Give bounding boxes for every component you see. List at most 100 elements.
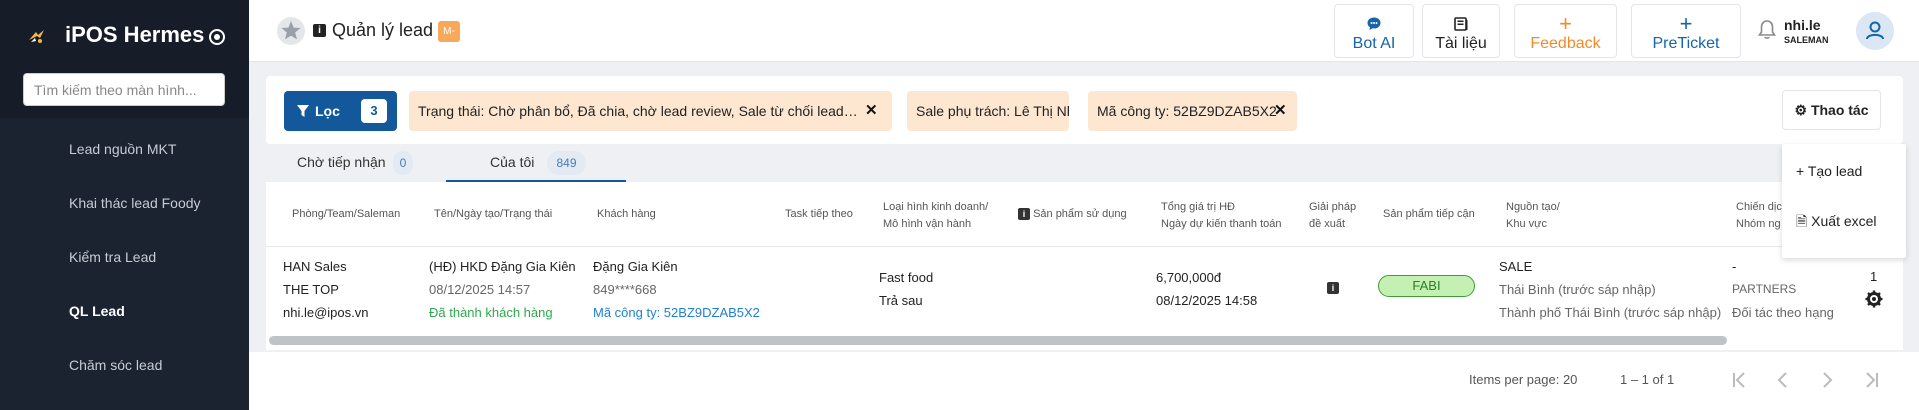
- col-header-campaign[interactable]: Chiến dịch Nhóm ng: [1736, 199, 1788, 233]
- horizontal-scrollbar[interactable]: [269, 336, 1727, 345]
- sidebar-item-manage-lead[interactable]: QL Lead: [0, 284, 249, 338]
- sidebar-item-lead-mkt[interactable]: Lead nguồn MKT: [0, 122, 249, 176]
- company-code-filter-chip[interactable]: Mã công ty: 52BZ9DZAB5X2 ✕: [1088, 91, 1297, 131]
- col-header-customer[interactable]: Khách hàng: [597, 206, 656, 223]
- status-filter-text: Trạng thái: Chờ phân bổ, Đã chia, chờ le…: [418, 103, 858, 119]
- team-name: HAN Sales: [283, 259, 347, 274]
- previous-page-icon[interactable]: [1768, 365, 1798, 395]
- filter-button[interactable]: Lọc 3: [284, 91, 397, 131]
- hermes-logo-icon: [29, 30, 44, 43]
- user-role: SALEMAN: [1784, 35, 1829, 45]
- customer-name: Đặng Gia Kiên: [593, 259, 678, 274]
- col-header-business-line2: Mô hình vận hành: [883, 218, 972, 230]
- star-icon[interactable]: [276, 16, 306, 46]
- col-header-campaign-line1: Chiến dịch: [1736, 201, 1788, 213]
- cell-lead[interactable]: (HĐ) HKD Đặng Gia Kiên 08/12/2025 14:57 …: [429, 255, 576, 324]
- sidebar-item-check-lead[interactable]: Kiểm tra Lead: [0, 230, 249, 284]
- feedback-label: Feedback: [1530, 35, 1601, 52]
- top-header: i Quản lý lead M- Bot AI Tài liệu + Feed…: [249, 0, 1919, 62]
- company-code-filter-text: Mã công ty: 52BZ9DZAB5X2: [1097, 103, 1277, 119]
- create-lead-label: Tạo lead: [1807, 163, 1863, 179]
- documents-button[interactable]: Tài liệu: [1422, 4, 1500, 58]
- col-header-value[interactable]: Tổng giá trị HĐ Ngày dự kiến thanh toán: [1161, 199, 1282, 233]
- next-page-icon[interactable]: [1812, 365, 1842, 395]
- cell-team: HAN Sales THE TOP nhi.le@ipos.vn: [283, 255, 368, 324]
- filter-label: Lọc: [315, 103, 340, 119]
- cell-solution[interactable]: i: [1327, 281, 1339, 294]
- app-root: iPOS Hermes Lead nguồn MKT Khai thác lea…: [0, 0, 1919, 410]
- brand-area: iPOS Hermes: [0, 0, 249, 118]
- first-page-icon[interactable]: [1725, 365, 1755, 395]
- col-header-approach[interactable]: Sản phẩm tiếp cận: [1383, 206, 1475, 223]
- saleman-email: nhi.le@ipos.vn: [283, 305, 369, 320]
- tab-pending-label: Chờ tiếp nhận: [297, 154, 386, 170]
- last-page-icon[interactable]: [1856, 365, 1886, 395]
- bot-ai-label: Bot AI: [1352, 35, 1396, 52]
- info-icon[interactable]: i: [1327, 282, 1339, 294]
- col-header-source[interactable]: Nguồn tạo/ Khu vực: [1506, 199, 1560, 233]
- col-header-product[interactable]: i Sản phẩm sử dụng: [1018, 206, 1127, 223]
- sidebar-item-foody-lead[interactable]: Khai thác lead Foody: [0, 176, 249, 230]
- filter-count-badge: 3: [361, 99, 387, 123]
- cell-campaign: - PARTNERS Đối tác theo hạng: [1732, 255, 1834, 324]
- lead-table: Phòng/Team/Saleman Tên/Ngày tạo/Trạng th…: [266, 182, 1903, 350]
- tab-mine-label: Của tôi: [490, 154, 535, 170]
- gear-icon: ⚙: [1794, 102, 1808, 118]
- area-city: Thành phố Thái Bình (trước sáp nhập): [1499, 305, 1722, 320]
- row-index: 1: [1870, 269, 1878, 284]
- tab-mine-count: 849: [547, 151, 586, 175]
- tab-pending[interactable]: Chờ tiếp nhận 0: [266, 146, 426, 182]
- header-divider: [266, 246, 1903, 247]
- status-badge: Đã thành khách hàng: [429, 305, 553, 320]
- screen-search-input[interactable]: [23, 73, 225, 106]
- info-icon[interactable]: i: [313, 24, 326, 37]
- lead-name[interactable]: (HĐ) HKD Đặng Gia Kiên: [429, 255, 576, 278]
- avatar[interactable]: [1856, 12, 1894, 50]
- plus-icon: +: [1796, 163, 1805, 179]
- col-header-team[interactable]: Phòng/Team/Saleman: [292, 206, 400, 223]
- close-icon[interactable]: ✕: [865, 91, 878, 131]
- sidebar-item-lead-care[interactable]: Chăm sóc lead: [0, 338, 249, 392]
- preticket-button[interactable]: + PreTicket: [1631, 4, 1741, 58]
- col-header-business-line1: Loại hình kinh doanh/: [883, 201, 989, 213]
- col-header-value-line2: Ngày dự kiến thanh toán: [1161, 218, 1282, 230]
- col-header-campaign-line2: Nhóm ng: [1736, 218, 1781, 230]
- tab-mine[interactable]: Của tôi 849: [446, 146, 626, 182]
- info-icon: i: [1018, 208, 1030, 220]
- pagination: Items per page: 20 1 – 1 of 1: [249, 352, 1919, 410]
- col-header-solution[interactable]: Giải pháp đề xuất: [1309, 199, 1356, 233]
- business-type: Fast food: [879, 270, 934, 285]
- status-filter-chip[interactable]: Trạng thái: Chờ phân bổ, Đã chia, chờ le…: [409, 91, 892, 131]
- col-header-name[interactable]: Tên/Ngày tạo/Trạng thái: [434, 206, 552, 223]
- col-header-source-line2: Khu vực: [1506, 218, 1547, 230]
- menu-item-export-excel[interactable]: 🗎 Xuất excel: [1782, 198, 1906, 244]
- brand-title: iPOS Hermes: [65, 22, 205, 47]
- close-icon[interactable]: ✕: [1274, 91, 1287, 131]
- documents-label: Tài liệu: [1435, 35, 1487, 52]
- payment-date: 08/12/2025 14:58: [1156, 293, 1258, 308]
- page-range: 1 – 1 of 1: [1620, 372, 1675, 387]
- preticket-label: PreTicket: [1652, 35, 1720, 52]
- bell-icon[interactable]: [1757, 19, 1777, 41]
- col-header-task[interactable]: Task tiếp theo: [785, 206, 853, 223]
- menu-item-create-lead[interactable]: + Tạo lead: [1782, 148, 1906, 194]
- col-header-source-line1: Nguồn tạo/: [1506, 201, 1560, 213]
- sale-filter-text: Sale phụ trách: Lê Thị Nhi: [916, 103, 1069, 119]
- actions-button[interactable]: ⚙ Thao tác: [1782, 90, 1881, 130]
- customer-phone: 849****668: [593, 282, 657, 297]
- actions-label: Thao tác: [1810, 102, 1869, 118]
- row-settings-gear-icon[interactable]: [1865, 290, 1883, 308]
- items-per-page[interactable]: Items per page: 20: [1469, 372, 1577, 387]
- cell-value: 6,700,000đ 08/12/2025 14:58: [1156, 266, 1257, 312]
- feedback-button[interactable]: + Feedback: [1514, 4, 1617, 58]
- tab-pending-count: 0: [393, 151, 413, 175]
- campaign-name: -: [1732, 259, 1737, 274]
- col-header-business[interactable]: Loại hình kinh doanh/ Mô hình vận hành: [883, 199, 988, 233]
- bot-ai-button[interactable]: Bot AI: [1334, 4, 1414, 58]
- sale-filter-chip[interactable]: Sale phụ trách: Lê Thị Nhi: [907, 91, 1069, 131]
- company-code-link[interactable]: Mã công ty: 52BZ9DZAB5X2: [593, 301, 760, 324]
- filter-bar: Lọc 3 Trạng thái: Chờ phân bổ, Đã chia, …: [266, 76, 1903, 144]
- sidebar-toggle-icon[interactable]: [209, 29, 225, 45]
- col-header-solution-line1: Giải pháp: [1309, 201, 1357, 213]
- lead-created: 08/12/2025 14:57: [429, 282, 531, 297]
